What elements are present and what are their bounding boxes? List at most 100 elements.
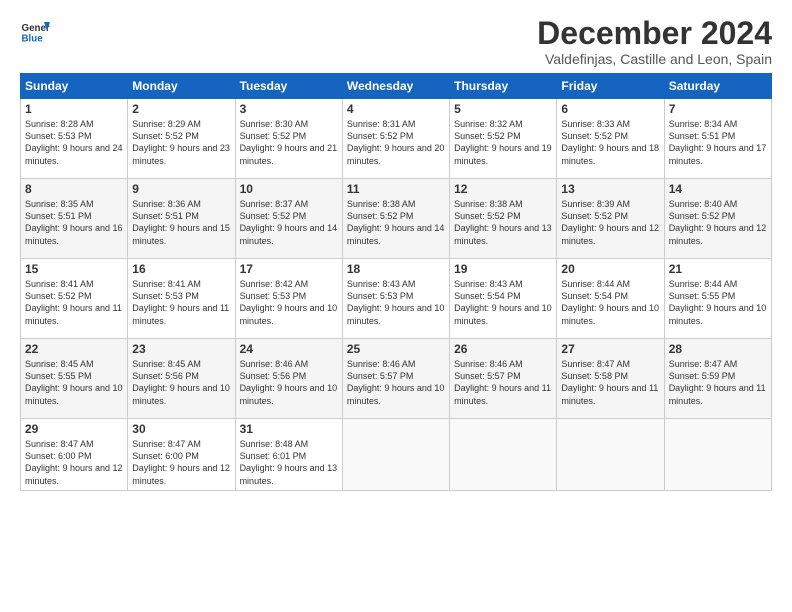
day-number: 4	[347, 102, 445, 116]
day-number: 31	[240, 422, 338, 436]
col-tuesday: Tuesday	[235, 74, 342, 99]
cell-info: Sunrise: 8:31 AMSunset: 5:52 PMDaylight:…	[347, 119, 445, 165]
table-row: 10 Sunrise: 8:37 AMSunset: 5:52 PMDayligh…	[235, 179, 342, 259]
day-number: 18	[347, 262, 445, 276]
cell-info: Sunrise: 8:47 AMSunset: 5:58 PMDaylight:…	[561, 359, 658, 405]
table-row	[450, 419, 557, 491]
table-row: 17 Sunrise: 8:42 AMSunset: 5:53 PMDayligh…	[235, 259, 342, 339]
cell-info: Sunrise: 8:29 AMSunset: 5:52 PMDaylight:…	[132, 119, 230, 165]
table-row: 3 Sunrise: 8:30 AMSunset: 5:52 PMDaylight…	[235, 99, 342, 179]
cell-info: Sunrise: 8:48 AMSunset: 6:01 PMDaylight:…	[240, 439, 338, 485]
cell-info: Sunrise: 8:33 AMSunset: 5:52 PMDaylight:…	[561, 119, 659, 165]
day-number: 1	[25, 102, 123, 116]
table-row: 15 Sunrise: 8:41 AMSunset: 5:52 PMDayligh…	[21, 259, 128, 339]
day-number: 19	[454, 262, 552, 276]
cell-info: Sunrise: 8:34 AMSunset: 5:51 PMDaylight:…	[669, 119, 767, 165]
table-row: 7 Sunrise: 8:34 AMSunset: 5:51 PMDaylight…	[664, 99, 771, 179]
table-row: 9 Sunrise: 8:36 AMSunset: 5:51 PMDaylight…	[128, 179, 235, 259]
day-number: 24	[240, 342, 338, 356]
cell-info: Sunrise: 8:46 AMSunset: 5:56 PMDaylight:…	[240, 359, 338, 405]
cell-info: Sunrise: 8:46 AMSunset: 5:57 PMDaylight:…	[347, 359, 445, 405]
cell-info: Sunrise: 8:44 AMSunset: 5:55 PMDaylight:…	[669, 279, 767, 325]
table-row: 18 Sunrise: 8:43 AMSunset: 5:53 PMDayligh…	[342, 259, 449, 339]
col-sunday: Sunday	[21, 74, 128, 99]
day-number: 23	[132, 342, 230, 356]
col-thursday: Thursday	[450, 74, 557, 99]
day-number: 9	[132, 182, 230, 196]
cell-info: Sunrise: 8:42 AMSunset: 5:53 PMDaylight:…	[240, 279, 338, 325]
location-title: Valdefinjas, Castille and Leon, Spain	[537, 51, 772, 67]
day-number: 12	[454, 182, 552, 196]
cell-info: Sunrise: 8:38 AMSunset: 5:52 PMDaylight:…	[454, 199, 552, 245]
day-number: 27	[561, 342, 659, 356]
cell-info: Sunrise: 8:36 AMSunset: 5:51 PMDaylight:…	[132, 199, 230, 245]
logo-icon: General Blue	[20, 16, 50, 46]
table-row	[342, 419, 449, 491]
day-number: 20	[561, 262, 659, 276]
table-row: 22 Sunrise: 8:45 AMSunset: 5:55 PMDayligh…	[21, 339, 128, 419]
cell-info: Sunrise: 8:41 AMSunset: 5:53 PMDaylight:…	[132, 279, 229, 325]
table-row: 29Sunrise: 8:47 AMSunset: 6:00 PMDayligh…	[21, 419, 128, 491]
day-number: 22	[25, 342, 123, 356]
header-row: Sunday Monday Tuesday Wednesday Thursday…	[21, 74, 772, 99]
cell-info: Sunrise: 8:40 AMSunset: 5:52 PMDaylight:…	[669, 199, 767, 245]
day-number: 8	[25, 182, 123, 196]
col-wednesday: Wednesday	[342, 74, 449, 99]
day-number: 2	[132, 102, 230, 116]
table-row: 28 Sunrise: 8:47 AMSunset: 5:59 PMDayligh…	[664, 339, 771, 419]
day-number: 29	[25, 422, 123, 436]
table-row	[664, 419, 771, 491]
logo: General Blue	[20, 16, 50, 46]
table-row: 5Sunrise: 8:32 AMSunset: 5:52 PMDaylight…	[450, 99, 557, 179]
svg-text:Blue: Blue	[22, 34, 44, 45]
day-number: 10	[240, 182, 338, 196]
month-title: December 2024	[537, 16, 772, 51]
table-row: 12 Sunrise: 8:38 AMSunset: 5:52 PMDayligh…	[450, 179, 557, 259]
cell-info: Sunrise: 8:28 AMSunset: 5:53 PMDaylight:…	[25, 119, 123, 165]
title-block: December 2024 Valdefinjas, Castille and …	[537, 16, 772, 67]
day-number: 17	[240, 262, 338, 276]
table-row: 14 Sunrise: 8:40 AMSunset: 5:52 PMDayligh…	[664, 179, 771, 259]
day-number: 25	[347, 342, 445, 356]
table-row: 16 Sunrise: 8:41 AMSunset: 5:53 PMDayligh…	[128, 259, 235, 339]
cell-info: Sunrise: 8:41 AMSunset: 5:52 PMDaylight:…	[25, 279, 122, 325]
header: General Blue December 2024 Valdefinjas, …	[20, 16, 772, 67]
table-row: 13Sunrise: 8:39 AMSunset: 5:52 PMDayligh…	[557, 179, 664, 259]
day-number: 28	[669, 342, 767, 356]
page-container: General Blue December 2024 Valdefinjas, …	[0, 0, 792, 501]
day-number: 16	[132, 262, 230, 276]
cell-info: Sunrise: 8:44 AMSunset: 5:54 PMDaylight:…	[561, 279, 659, 325]
table-row: 1 Sunrise: 8:28 AMSunset: 5:53 PMDaylight…	[21, 99, 128, 179]
table-row: 8 Sunrise: 8:35 AMSunset: 5:51 PMDaylight…	[21, 179, 128, 259]
table-row: 31 Sunrise: 8:48 AMSunset: 6:01 PMDayligh…	[235, 419, 342, 491]
cell-info: Sunrise: 8:43 AMSunset: 5:54 PMDaylight:…	[454, 279, 552, 325]
col-monday: Monday	[128, 74, 235, 99]
day-number: 14	[669, 182, 767, 196]
day-number: 15	[25, 262, 123, 276]
cell-info: Sunrise: 8:45 AMSunset: 5:56 PMDaylight:…	[132, 359, 230, 405]
cell-info: Sunrise: 8:45 AMSunset: 5:55 PMDaylight:…	[25, 359, 123, 405]
table-row: 24 Sunrise: 8:46 AMSunset: 5:56 PMDayligh…	[235, 339, 342, 419]
cell-info: Sunrise: 8:47 AMSunset: 6:00 PMDaylight:…	[132, 439, 230, 485]
col-saturday: Saturday	[664, 74, 771, 99]
col-friday: Friday	[557, 74, 664, 99]
cell-info: Sunrise: 8:35 AMSunset: 5:51 PMDaylight:…	[25, 199, 123, 245]
day-number: 7	[669, 102, 767, 116]
day-number: 3	[240, 102, 338, 116]
table-row: 4 Sunrise: 8:31 AMSunset: 5:52 PMDaylight…	[342, 99, 449, 179]
day-number: 30	[132, 422, 230, 436]
table-row: 23 Sunrise: 8:45 AMSunset: 5:56 PMDayligh…	[128, 339, 235, 419]
table-row: 30 Sunrise: 8:47 AMSunset: 6:00 PMDayligh…	[128, 419, 235, 491]
cell-info: Sunrise: 8:39 AMSunset: 5:52 PMDaylight:…	[561, 199, 659, 245]
table-row: 26Sunrise: 8:46 AMSunset: 5:57 PMDayligh…	[450, 339, 557, 419]
day-number: 6	[561, 102, 659, 116]
table-row: 6 Sunrise: 8:33 AMSunset: 5:52 PMDaylight…	[557, 99, 664, 179]
table-row: 2 Sunrise: 8:29 AMSunset: 5:52 PMDaylight…	[128, 99, 235, 179]
cell-info: Sunrise: 8:47 AMSunset: 5:59 PMDaylight:…	[669, 359, 766, 405]
cell-info: Sunrise: 8:37 AMSunset: 5:52 PMDaylight:…	[240, 199, 338, 245]
cell-info: Sunrise: 8:38 AMSunset: 5:52 PMDaylight:…	[347, 199, 445, 245]
calendar-table: Sunday Monday Tuesday Wednesday Thursday…	[20, 73, 772, 491]
cell-info: Sunrise: 8:43 AMSunset: 5:53 PMDaylight:…	[347, 279, 445, 325]
cell-info: Sunrise: 8:30 AMSunset: 5:52 PMDaylight:…	[240, 119, 338, 165]
table-row	[557, 419, 664, 491]
